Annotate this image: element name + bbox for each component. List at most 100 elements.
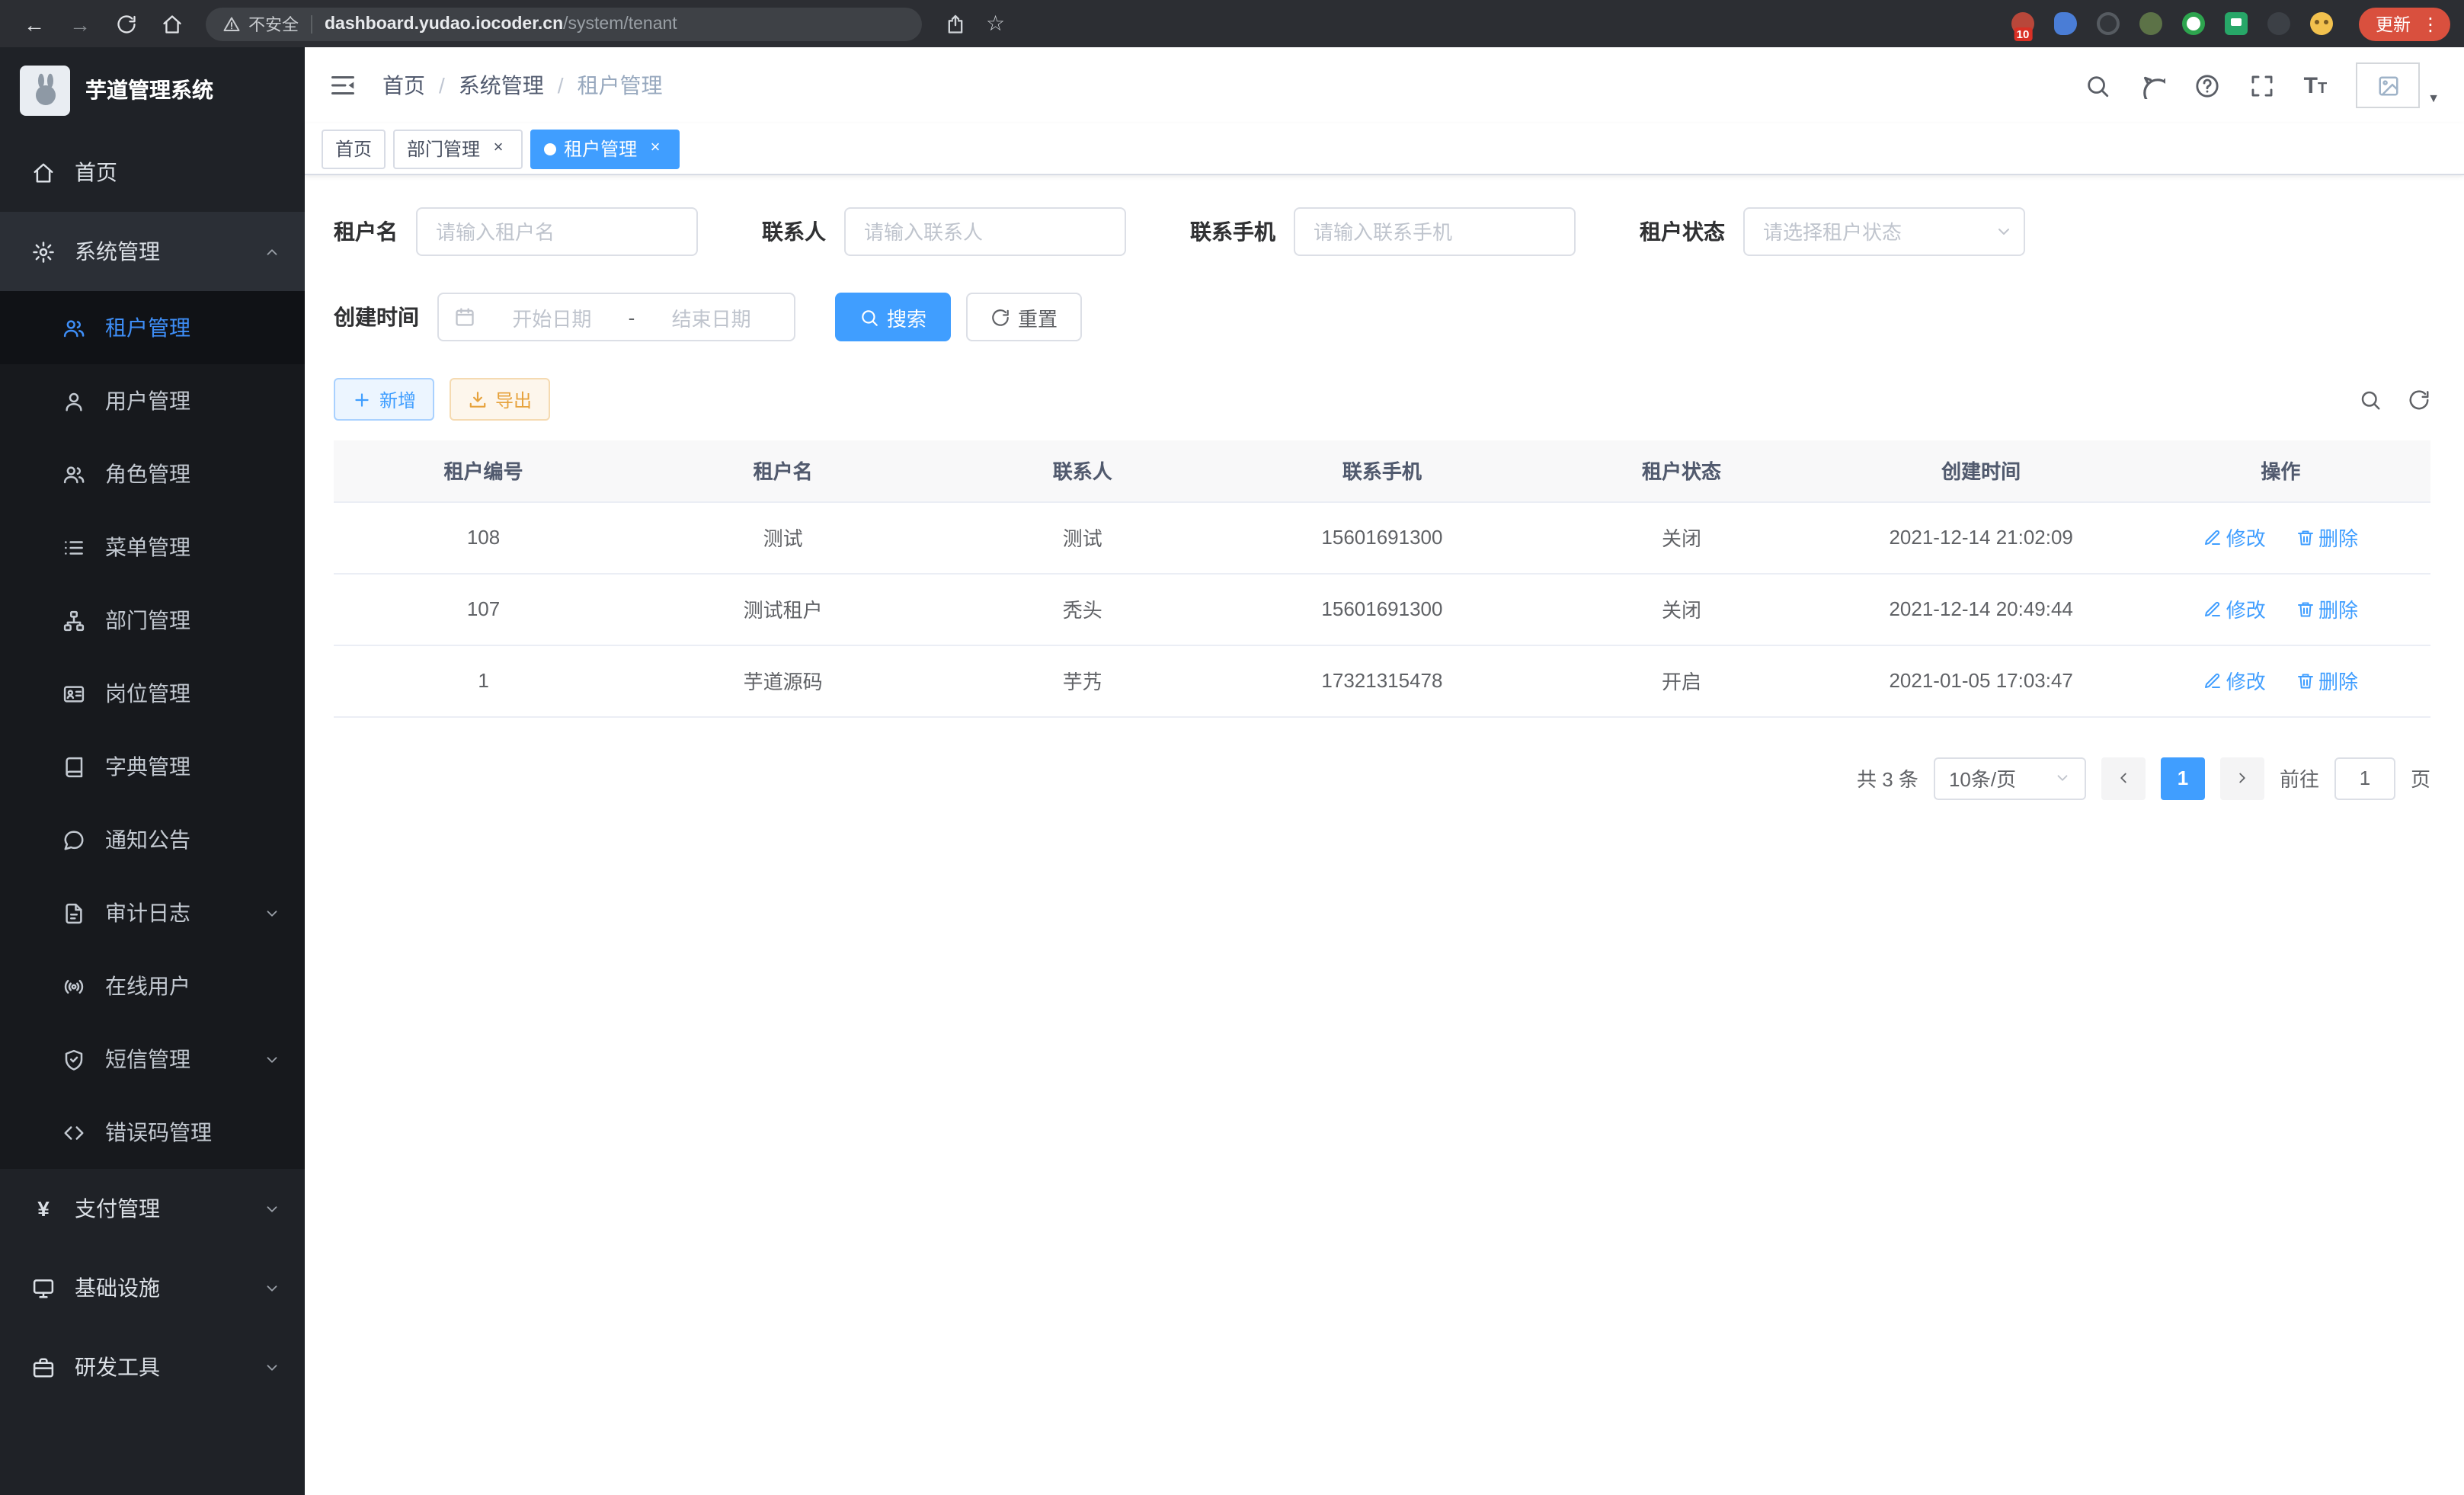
sidebar-item-infra[interactable]: 基础设施 bbox=[0, 1248, 305, 1327]
delete-link[interactable]: 删除 bbox=[2296, 666, 2358, 695]
contact-label: 联系人 bbox=[762, 216, 826, 247]
refresh-table-icon[interactable] bbox=[2408, 388, 2430, 411]
sidebar-item-sms[interactable]: 短信管理 bbox=[0, 1023, 305, 1096]
sidebar-item-audit-log[interactable]: 审计日志 bbox=[0, 876, 305, 949]
goto-page-input[interactable] bbox=[2334, 757, 2395, 799]
sidebar-item-label: 系统管理 bbox=[75, 236, 160, 267]
extension-icon-8[interactable] bbox=[2310, 12, 2333, 35]
sidebar-item-label: 首页 bbox=[75, 157, 117, 187]
extension-icon-6[interactable] bbox=[2225, 12, 2248, 35]
tab-home[interactable]: 首页 bbox=[322, 129, 386, 168]
cell-id: 1 bbox=[334, 645, 633, 716]
font-size-icon[interactable]: TT bbox=[2304, 74, 2328, 97]
browser-back-button[interactable]: ← bbox=[14, 4, 55, 43]
sidebar-item-dev-tools[interactable]: 研发工具 bbox=[0, 1327, 305, 1407]
edit-link[interactable]: 修改 bbox=[2203, 523, 2266, 552]
warning-icon bbox=[222, 14, 241, 33]
browser-forward-button[interactable]: → bbox=[59, 4, 101, 43]
bookmark-star-icon[interactable]: ☆ bbox=[986, 11, 1005, 37]
phone-label: 联系手机 bbox=[1190, 216, 1275, 247]
active-tab-dot bbox=[544, 142, 556, 155]
announcement-icon bbox=[62, 828, 85, 851]
cell-contact: 秃头 bbox=[933, 573, 1232, 645]
search-icon[interactable] bbox=[2085, 72, 2110, 98]
tab-dept[interactable]: 部门管理 × bbox=[393, 129, 523, 168]
browser-menu-icon[interactable]: ⋮ bbox=[2421, 13, 2440, 34]
current-page-button[interactable]: 1 bbox=[2161, 757, 2205, 799]
contact-input[interactable] bbox=[844, 207, 1126, 256]
extension-icon-4[interactable] bbox=[2139, 12, 2162, 35]
prev-page-button[interactable] bbox=[2101, 757, 2146, 799]
github-icon[interactable] bbox=[2139, 72, 2165, 98]
share-icon[interactable] bbox=[945, 13, 966, 34]
address-bar[interactable]: 不安全 dashboard.yudao.iocoder.cn/system/te… bbox=[206, 7, 922, 40]
sidebar-item-online-user[interactable]: 在线用户 bbox=[0, 949, 305, 1023]
close-icon[interactable]: × bbox=[645, 138, 666, 159]
online-signal-icon bbox=[62, 975, 85, 997]
browser-reload-button[interactable] bbox=[105, 4, 146, 43]
user-avatar-dropdown[interactable]: ▼ bbox=[2356, 62, 2440, 108]
tenant-name-input[interactable] bbox=[416, 207, 698, 256]
page-size-select[interactable]: 10条/页 bbox=[1934, 757, 2086, 799]
security-status[interactable]: 不安全 bbox=[222, 11, 299, 36]
sidebar-item-error-code[interactable]: 错误码管理 bbox=[0, 1096, 305, 1169]
close-icon[interactable]: × bbox=[488, 138, 509, 159]
cell-phone: 15601691300 bbox=[1232, 501, 1531, 573]
sidebar-collapse-icon[interactable] bbox=[329, 72, 357, 99]
sidebar-item-payment[interactable]: ¥ 支付管理 bbox=[0, 1169, 305, 1248]
code-icon bbox=[62, 1121, 85, 1144]
breadcrumb-system[interactable]: 系统管理 bbox=[459, 70, 544, 101]
sidebar-item-dept[interactable]: 部门管理 bbox=[0, 584, 305, 657]
fullscreen-icon[interactable] bbox=[2249, 72, 2275, 98]
cell-created: 2021-01-05 17:03:47 bbox=[1832, 645, 2131, 716]
extension-icon-3[interactable] bbox=[2097, 12, 2120, 35]
phone-input[interactable] bbox=[1294, 207, 1576, 256]
plus-icon bbox=[352, 389, 372, 409]
column-header-contact: 联系人 bbox=[933, 440, 1232, 501]
sidebar-item-user[interactable]: 用户管理 bbox=[0, 364, 305, 437]
delete-link[interactable]: 删除 bbox=[2296, 594, 2358, 623]
column-header-actions: 操作 bbox=[2131, 440, 2430, 501]
sidebar-item-notice[interactable]: 通知公告 bbox=[0, 803, 305, 876]
extension-icon-5[interactable] bbox=[2182, 12, 2205, 35]
edit-link[interactable]: 修改 bbox=[2203, 666, 2266, 695]
sidebar-item-post[interactable]: 岗位管理 bbox=[0, 657, 305, 730]
cell-phone: 15601691300 bbox=[1232, 573, 1531, 645]
sidebar-item-role[interactable]: 角色管理 bbox=[0, 437, 305, 511]
tab-label: 首页 bbox=[335, 136, 372, 162]
sidebar-item-home[interactable]: 首页 bbox=[0, 133, 305, 212]
tab-label: 部门管理 bbox=[407, 136, 480, 162]
sidebar-item-system[interactable]: 系统管理 bbox=[0, 212, 305, 291]
image-placeholder-icon bbox=[2376, 74, 2399, 97]
breadcrumb-home[interactable]: 首页 bbox=[382, 70, 425, 101]
add-button[interactable]: 新增 bbox=[334, 378, 434, 421]
status-select-input[interactable] bbox=[1743, 207, 2025, 256]
extension-icon-2[interactable] bbox=[2054, 12, 2077, 35]
cell-created: 2021-12-14 21:02:09 bbox=[1832, 501, 2131, 573]
column-header-phone: 联系手机 bbox=[1232, 440, 1531, 501]
sidebar-item-tenant[interactable]: 租户管理 bbox=[0, 291, 305, 364]
sidebar-item-dict[interactable]: 字典管理 bbox=[0, 730, 305, 803]
extension-icon-adblock[interactable]: 10 bbox=[2011, 12, 2034, 35]
extensions-area: 10 bbox=[2011, 12, 2333, 35]
sidebar-logo[interactable]: 芋道管理系统 bbox=[0, 47, 305, 133]
help-icon[interactable] bbox=[2194, 72, 2220, 98]
tab-tenant[interactable]: 租户管理 × bbox=[530, 129, 680, 168]
table-row: 1 芋道源码 芋艿 17321315478 开启 2021-01-05 17:0… bbox=[334, 645, 2430, 716]
extension-icon-7[interactable] bbox=[2267, 12, 2290, 35]
status-select[interactable] bbox=[1743, 207, 2025, 256]
date-range-picker[interactable]: 开始日期 - 结束日期 bbox=[437, 293, 795, 341]
browser-update-button[interactable]: 更新 ⋮ bbox=[2359, 7, 2450, 40]
page-size-value: 10条/页 bbox=[1949, 764, 2016, 792]
delete-link[interactable]: 删除 bbox=[2296, 523, 2358, 552]
export-button[interactable]: 导出 bbox=[450, 378, 550, 421]
edit-link[interactable]: 修改 bbox=[2203, 594, 2266, 623]
sidebar-item-menu[interactable]: 菜单管理 bbox=[0, 511, 305, 584]
next-page-button[interactable] bbox=[2220, 757, 2264, 799]
search-button[interactable]: 搜索 bbox=[835, 293, 951, 341]
goto-label: 前往 bbox=[2280, 764, 2319, 792]
browser-chrome: ← → 不安全 dashboard.yudao.iocoder.cn/syste… bbox=[0, 0, 2464, 47]
reset-button[interactable]: 重置 bbox=[966, 293, 1082, 341]
toggle-search-icon[interactable] bbox=[2359, 388, 2382, 411]
browser-home-button[interactable] bbox=[151, 4, 192, 43]
